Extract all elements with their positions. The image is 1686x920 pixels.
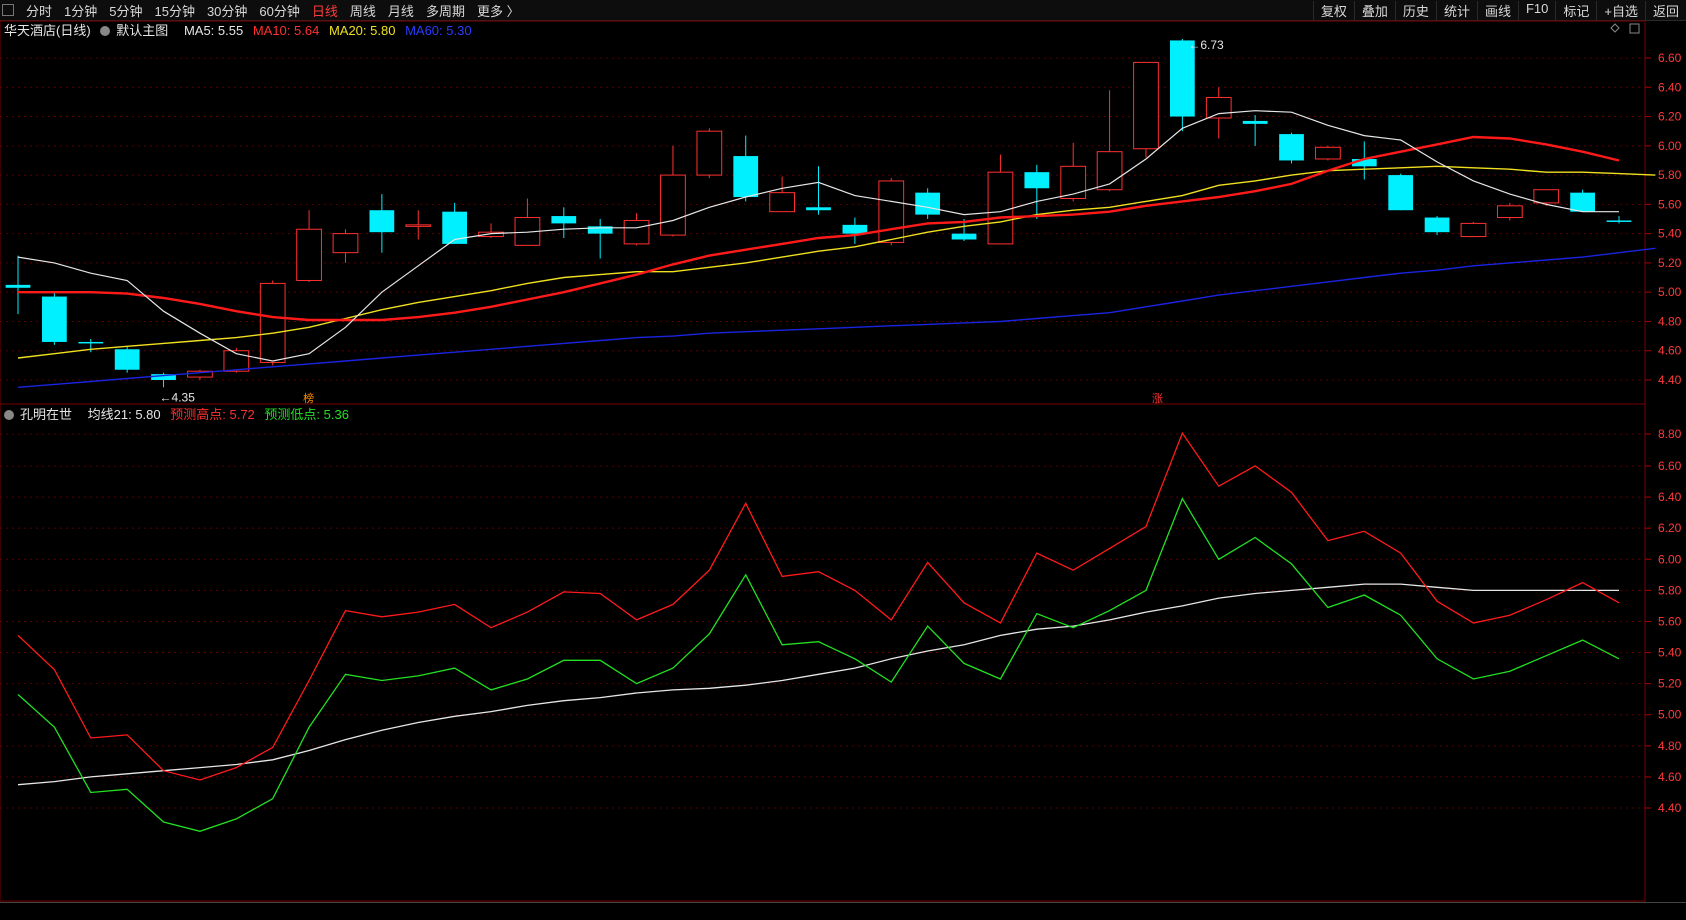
candle-body (332, 233, 359, 254)
candle-body (259, 282, 286, 363)
diamond-icon (1610, 23, 1620, 33)
candle-body (1205, 97, 1232, 119)
candle-body (769, 192, 795, 213)
candle-body (369, 210, 395, 233)
sub-y-tick-label: 4.40 (1658, 801, 1682, 815)
candle-body (915, 192, 941, 215)
candle-body (987, 171, 1014, 245)
candle-body (1424, 217, 1450, 233)
candle-body (114, 349, 140, 370)
candle-body (42, 296, 67, 342)
sub-y-tick-label: 6.20 (1658, 521, 1682, 535)
candle-body (696, 130, 723, 176)
main-y-tick-label: 5.60 (1658, 197, 1682, 211)
sub-y-tick-label: 6.60 (1658, 459, 1682, 473)
sub-y-tick-label: 5.40 (1658, 646, 1682, 660)
panel-expand-icon (1629, 23, 1640, 34)
candle-body (1570, 192, 1595, 212)
event-marker-b: 涨 (1152, 392, 1163, 405)
candle-body (623, 219, 650, 245)
kline-chart[interactable]: 4.40 4.60 4.80 5.00 5.20 5.40 5.60 5.80 6.00 6.20… (0, 0, 1686, 902)
candle-body (1533, 189, 1560, 204)
sub-y-tick-label: 4.60 (1658, 770, 1682, 784)
candle-body (1496, 205, 1523, 219)
date-axis (0, 902, 1686, 920)
main-y-tick-label: 6.20 (1658, 110, 1682, 124)
main-y-tick-label: 4.40 (1658, 373, 1682, 387)
candle-body (660, 174, 686, 236)
candle-body (1388, 175, 1414, 211)
forecast-low-line (17, 497, 1620, 832)
main-y-tick-label: 4.60 (1658, 344, 1682, 358)
candle-body (842, 224, 868, 234)
main-y-tick-label: 4.80 (1658, 314, 1682, 328)
candle-body (5, 284, 31, 288)
sub-y-tick-label: 5.60 (1658, 614, 1682, 628)
candle-body (1242, 120, 1268, 124)
sub-y-tick-label: 8.80 (1658, 427, 1682, 441)
sub-y-tick-label: 5.80 (1658, 583, 1682, 597)
candle-body (551, 216, 577, 224)
main-y-tick-label: 6.00 (1658, 139, 1682, 153)
main-y-tick-label: 5.40 (1658, 227, 1682, 241)
high-price-label: ←6.73 (1188, 38, 1224, 52)
avg21-line (17, 583, 1619, 786)
candle-body (733, 156, 759, 198)
candle-body (1279, 134, 1304, 161)
main-y-tick-label: 6.60 (1658, 51, 1682, 65)
candle-body (806, 207, 831, 211)
candle-body (878, 180, 905, 243)
main-y-tick-label: 6.40 (1658, 80, 1682, 94)
main-y-tick-label: 5.00 (1658, 285, 1682, 299)
candle-body (1460, 222, 1487, 238)
low-price-label: ←4.35 (160, 390, 196, 404)
sub-y-tick-label: 6.00 (1658, 552, 1682, 566)
candle-body (296, 228, 322, 281)
candle-body (78, 341, 104, 344)
main-y-tick-label: 5.20 (1658, 256, 1682, 270)
candle-body (405, 224, 432, 227)
sub-y-tick-label: 5.20 (1658, 677, 1682, 691)
candle-body (1024, 172, 1050, 189)
candle-body (1606, 220, 1632, 222)
main-y-tick-label: 5.80 (1658, 168, 1682, 182)
candle-body (1133, 61, 1159, 150)
candle-body (1315, 146, 1341, 160)
main-panel-frame (0, 20, 1646, 405)
sub-y-tick-label: 5.00 (1658, 708, 1682, 722)
sub-y-tick-label: 6.40 (1658, 490, 1682, 504)
ma5-line (17, 110, 1619, 362)
sub-y-tick-label: 4.80 (1658, 739, 1682, 753)
event-marker-a: 榜 (303, 391, 314, 405)
candle-body (951, 233, 977, 240)
forecast-high-line (17, 431, 1620, 781)
